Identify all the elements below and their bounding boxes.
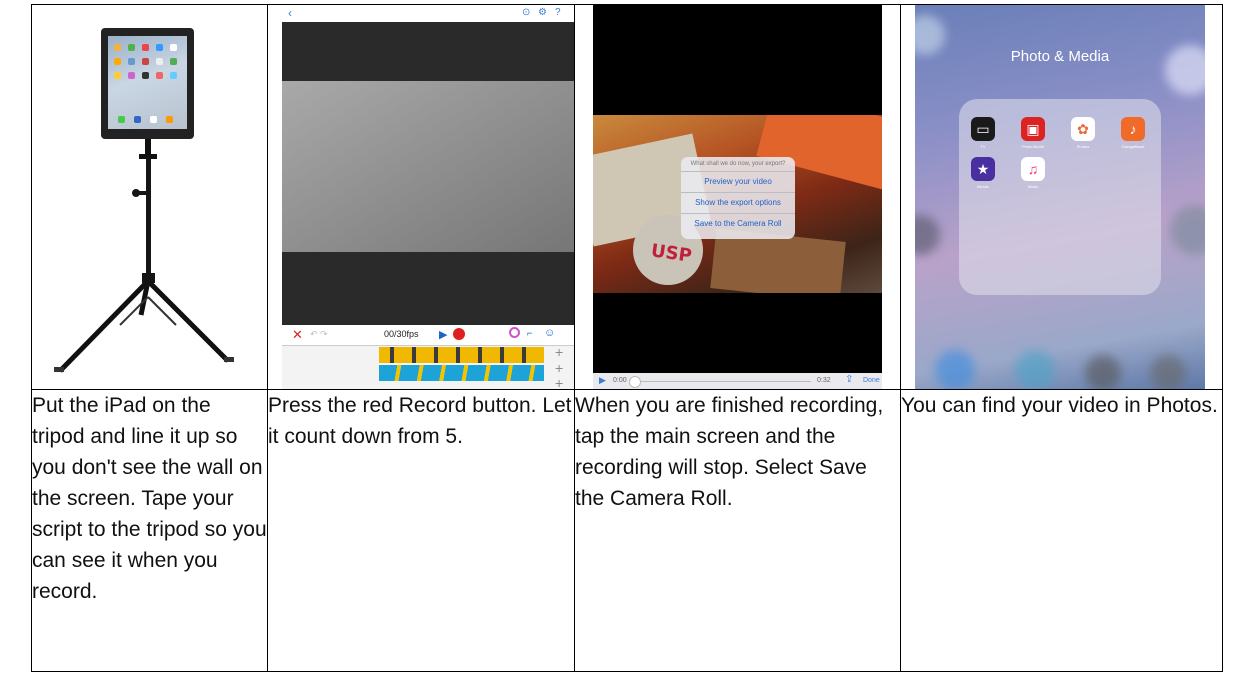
video-record-app: ‹ ⊙ ⚙ ? ✕ ↶ ↷ 00/30fps ▶ ⌐ ☺ + + + bbox=[282, 5, 574, 389]
export-options-menu: What shall we do now, your export? Previ… bbox=[681, 157, 795, 239]
camera-flip-icon[interactable]: ⊙ bbox=[522, 7, 530, 18]
color-wheel-icon[interactable] bbox=[509, 327, 520, 338]
tripod-legs bbox=[54, 157, 234, 373]
tv-app-icon[interactable]: ▭ bbox=[971, 117, 995, 141]
music-app-icon[interactable]: ♫ bbox=[1021, 157, 1045, 181]
settings-icon[interactable]: ⚙ bbox=[538, 7, 547, 18]
photo-booth-app-icon[interactable]: ▣ bbox=[1021, 117, 1045, 141]
play-icon[interactable]: ▶ bbox=[439, 328, 447, 341]
crop-icon[interactable]: ⌐ bbox=[527, 328, 532, 338]
play-icon[interactable]: ▶ bbox=[599, 375, 606, 386]
app-top-bar: ‹ ⊙ ⚙ ? bbox=[282, 6, 574, 23]
mask-icon[interactable]: ☺ bbox=[544, 327, 555, 339]
caption-row: Put the iPad on the tripod and line it u… bbox=[31, 389, 1223, 672]
share-icon[interactable]: ⇪ bbox=[845, 374, 853, 385]
ceiling-video-frame bbox=[282, 81, 574, 252]
delete-icon[interactable]: ✕ bbox=[292, 327, 303, 343]
add-track-icon[interactable]: + bbox=[555, 375, 563, 389]
record-button[interactable] bbox=[453, 328, 465, 340]
garageband-app-icon[interactable]: ♪ bbox=[1121, 117, 1145, 141]
help-icon[interactable]: ? bbox=[555, 7, 561, 18]
video-track[interactable] bbox=[379, 347, 544, 363]
photos-folder-screenshot: Photo & Media ▭ TV ▣ Photo Booth ✿ Photo… bbox=[900, 4, 1223, 390]
save-camera-roll-option[interactable]: Save to the Camera Roll bbox=[681, 214, 795, 234]
step-2-caption: Press the red Record button. Let it coun… bbox=[267, 389, 575, 672]
folder-title: Photo & Media bbox=[1010, 48, 1110, 65]
export-app: USP What shall we do now, your export? P… bbox=[593, 5, 882, 389]
scrubber-track[interactable] bbox=[641, 381, 811, 382]
add-video-icon[interactable]: + bbox=[555, 344, 563, 360]
step-1-caption: Put the iPad on the tripod and line it u… bbox=[31, 389, 268, 672]
imovie-app-icon[interactable]: ★ bbox=[971, 157, 995, 181]
back-chevron-icon[interactable]: ‹ bbox=[288, 6, 292, 20]
app-folder: ▭ TV ▣ Photo Booth ✿ Photos ♪ GarageBand… bbox=[959, 99, 1161, 295]
add-audio-icon[interactable]: + bbox=[555, 360, 563, 376]
playback-bar: ▶ 0:00 0:32 ⇪ Done bbox=[593, 373, 882, 389]
ios-home-screen: Photo & Media ▭ TV ▣ Photo Booth ✿ Photo… bbox=[915, 5, 1205, 389]
step-4-caption: You can find your video in Photos. bbox=[900, 389, 1223, 672]
tripod-photo bbox=[31, 4, 268, 390]
audio-track[interactable] bbox=[379, 365, 544, 381]
menu-header: What shall we do now, your export? bbox=[681, 157, 795, 172]
end-time: 0:32 bbox=[817, 377, 831, 384]
instruction-table: ‹ ⊙ ⚙ ? ✕ ↶ ↷ 00/30fps ▶ ⌐ ☺ + + + USP W… bbox=[31, 4, 1223, 672]
export-options-option[interactable]: Show the export options bbox=[681, 193, 795, 214]
photos-app-icon[interactable]: ✿ bbox=[1071, 117, 1095, 141]
timer-readout: 00/30fps bbox=[384, 329, 419, 339]
tripod-illustration bbox=[33, 6, 267, 389]
scrubber[interactable] bbox=[629, 376, 641, 388]
undo-icon[interactable]: ↶ ↷ bbox=[310, 329, 328, 340]
image-row: ‹ ⊙ ⚙ ? ✕ ↶ ↷ 00/30fps ▶ ⌐ ☺ + + + USP W… bbox=[31, 4, 1223, 390]
done-button[interactable]: Done bbox=[863, 377, 880, 384]
record-toolbar: ✕ ↶ ↷ 00/30fps ▶ ⌐ ☺ bbox=[282, 325, 574, 345]
step-3-caption: When you are finished recording, tap the… bbox=[574, 389, 901, 672]
timeline[interactable]: + + + bbox=[282, 344, 574, 389]
record-app-screenshot: ‹ ⊙ ⚙ ? ✕ ↶ ↷ 00/30fps ▶ ⌐ ☺ + + + bbox=[267, 4, 575, 390]
export-menu-screenshot: USP What shall we do now, your export? P… bbox=[574, 4, 901, 390]
start-time: 0:00 bbox=[613, 377, 627, 384]
preview-video-option[interactable]: Preview your video bbox=[681, 172, 795, 193]
